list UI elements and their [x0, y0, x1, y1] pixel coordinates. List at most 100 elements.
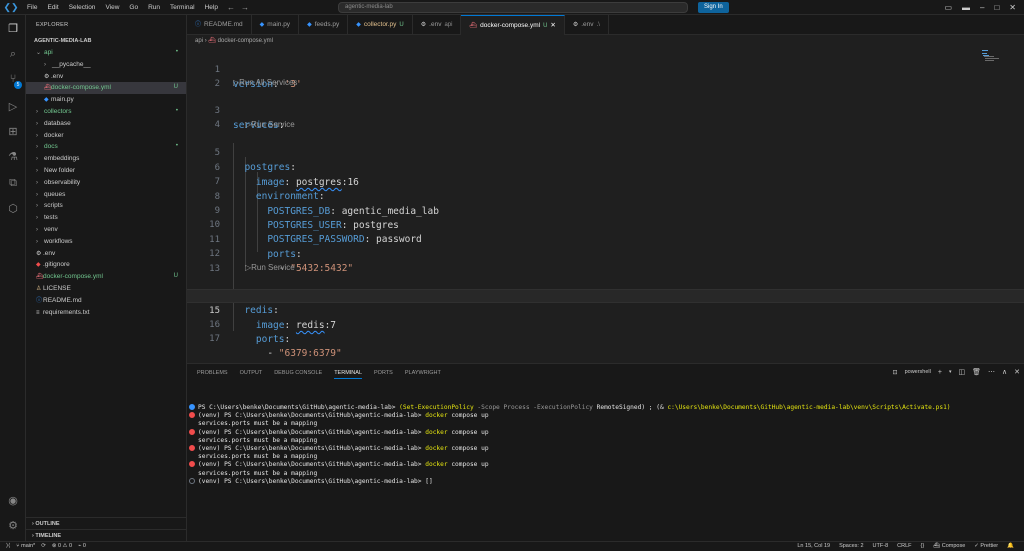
tree-item[interactable]: › observability — [26, 177, 186, 189]
tab-debug-console[interactable]: DEBUG CONSOLE — [274, 370, 322, 379]
remote-explorer-icon[interactable]: ⧉ — [5, 175, 21, 191]
split-terminal-icon[interactable]: ◫ — [958, 368, 965, 376]
tree-item-label: database — [44, 119, 71, 127]
minimap[interactable] — [982, 49, 1008, 63]
shell-selector[interactable]: powershell — [905, 369, 931, 375]
prettier-status[interactable]: ✓ Prettier — [974, 542, 998, 551]
codelens-run-service[interactable]: ▷Run Service — [245, 118, 295, 132]
tree-item[interactable]: ◆ .gitignore — [26, 259, 186, 271]
tree-item[interactable]: ≡ requirements.txt — [26, 307, 186, 319]
ports-status[interactable]: ⌁ 0 — [78, 542, 86, 551]
cursor-position[interactable]: Ln 15, Col 19 — [797, 542, 830, 551]
tree-item[interactable]: ⌄ api • — [26, 47, 186, 59]
settings-gear-icon[interactable]: ⚙ — [5, 518, 21, 534]
branch-status[interactable]: ⑂ main* — [16, 542, 35, 551]
trash-icon[interactable]: 🗑 — [972, 368, 981, 376]
git-status-badge: • — [175, 143, 178, 150]
docker-icon[interactable]: ⬡ — [5, 201, 21, 217]
testing-icon[interactable]: ⚗ — [5, 149, 21, 165]
menu-run[interactable]: Run — [143, 0, 165, 15]
sign-in-button[interactable]: Sign In — [698, 2, 729, 13]
run-debug-icon[interactable]: ▷ — [5, 99, 21, 115]
compose-status[interactable]: ⛴ Compose — [933, 542, 965, 551]
tree-item[interactable]: › docker — [26, 130, 186, 142]
maximize-panel-icon[interactable]: ∧ — [1002, 368, 1007, 376]
tab-playwright[interactable]: PLAYWRIGHT — [405, 370, 441, 379]
sync-icon[interactable]: ⟳ — [41, 542, 46, 551]
tree-item[interactable]: › venv — [26, 224, 186, 236]
breadcrumb-folder[interactable]: api — [195, 38, 203, 44]
editor-tab[interactable]: ◆ main.py — [252, 15, 300, 35]
editor-tab[interactable]: ◆ feeds.py — [299, 15, 349, 35]
terminal-output[interactable]: PS C:\Users\benke\Documents\GitHub\agent… — [189, 404, 951, 486]
tab-terminal[interactable]: TERMINAL — [334, 370, 362, 379]
chevron-down-icon[interactable]: ▾ — [949, 369, 952, 375]
timeline-section[interactable]: › TIMELINE — [26, 529, 187, 541]
minimize-icon[interactable]: – — [980, 0, 984, 15]
tab-problems[interactable]: PROBLEMS — [197, 370, 228, 379]
tree-item[interactable]: ⚙ .env — [26, 71, 186, 83]
tab-ports[interactable]: PORTS — [374, 370, 393, 379]
layout-panel-icon[interactable]: ▬ — [962, 0, 970, 15]
tree-item[interactable]: › __pycache__ — [26, 59, 186, 71]
end-of-line[interactable]: CRLF — [897, 542, 911, 551]
menu-edit[interactable]: Edit — [42, 0, 63, 15]
workspace-root[interactable]: AGENTIC-MEDIA-LAB — [26, 35, 186, 47]
tree-item[interactable]: ⚙ .env — [26, 248, 186, 260]
tree-item[interactable]: ♙ LICENSE — [26, 283, 186, 295]
command-center-search[interactable]: agentic-media-lab — [338, 2, 688, 13]
notifications-icon[interactable]: 🔔 — [1007, 542, 1014, 551]
back-arrow-icon[interactable]: ← — [227, 3, 235, 12]
close-tab-icon[interactable]: ✕ — [550, 16, 555, 36]
explorer-icon[interactable]: ❐ — [5, 21, 21, 37]
menu-file[interactable]: File — [22, 0, 42, 15]
tree-item[interactable]: › queues — [26, 189, 186, 201]
tree-item[interactable]: › workflows — [26, 236, 186, 248]
menu-help[interactable]: Help — [200, 0, 223, 15]
codelens-run-service[interactable]: ▷Run Service — [245, 261, 295, 275]
editor-tab[interactable]: ◆ collector.py U — [348, 15, 413, 35]
extensions-icon[interactable]: ⊞ — [5, 124, 21, 140]
editor-tab[interactable]: ⚙ .env api — [413, 15, 462, 35]
tree-item[interactable]: ⓘREADME.md — [26, 295, 186, 307]
tree-item[interactable]: ⛴docker-compose.yml U — [26, 82, 186, 95]
menu-go[interactable]: Go — [124, 0, 143, 15]
indentation[interactable]: Spaces: 2 — [839, 542, 863, 551]
tree-item[interactable]: › tests — [26, 212, 186, 224]
tab-output[interactable]: OUTPUT — [240, 370, 263, 379]
tree-item[interactable]: › database — [26, 118, 186, 130]
layout-icon[interactable]: ▭ — [944, 0, 952, 15]
editor-tab[interactable]: ⛴ docker-compose.yml U ✕ — [461, 15, 565, 36]
account-icon[interactable]: ◉ — [5, 493, 21, 509]
tree-item[interactable]: › embeddings — [26, 153, 186, 165]
new-terminal-icon[interactable]: + — [938, 369, 942, 376]
codelens-run-all[interactable]: ▷Run All Services — [233, 76, 297, 90]
search-icon[interactable]: ⌕ — [5, 46, 21, 62]
tree-item[interactable]: › New folder — [26, 165, 186, 177]
terminal-error-line: services.ports must be a mapping — [198, 420, 318, 428]
menu-selection[interactable]: Selection — [64, 0, 101, 15]
tree-item[interactable]: ⛴docker-compose.yml U — [26, 271, 186, 283]
outline-section[interactable]: › OUTLINE — [26, 517, 187, 529]
breadcrumb-file[interactable]: docker-compose.yml — [218, 38, 273, 44]
forward-arrow-icon[interactable]: → — [241, 3, 249, 12]
close-icon[interactable]: ✕ — [1009, 0, 1016, 15]
remote-icon[interactable]: ⟩⟨ — [6, 542, 10, 551]
language-mode[interactable]: {} — [921, 542, 925, 551]
menu-terminal[interactable]: Terminal — [165, 0, 200, 15]
menu-view[interactable]: View — [100, 0, 124, 15]
problems-status[interactable]: ⊗ 0 ⚠ 0 — [52, 542, 72, 551]
maximize-icon[interactable]: □ — [994, 0, 999, 15]
close-panel-icon[interactable]: ✕ — [1014, 368, 1020, 376]
tree-item[interactable]: › collectors • — [26, 106, 186, 118]
tree-item[interactable]: › scripts — [26, 200, 186, 212]
editor-tab[interactable]: ⚙ .env .\ — [565, 15, 609, 35]
encoding[interactable]: UTF-8 — [873, 542, 889, 551]
tree-item[interactable]: ◆ main.py — [26, 94, 186, 106]
code-line-16: 16 ports: — [187, 304, 1024, 344]
editor-tab[interactable]: ⓘ README.md — [187, 15, 252, 35]
code-editor[interactable]: 1 version: '3' 2 ▷Run All Services 3 ser… — [187, 47, 1024, 363]
tree-item[interactable]: › docs • — [26, 141, 186, 153]
more-actions-icon[interactable]: ⋯ — [988, 368, 995, 376]
code-line-11: 11 ports: — [187, 219, 1024, 259]
